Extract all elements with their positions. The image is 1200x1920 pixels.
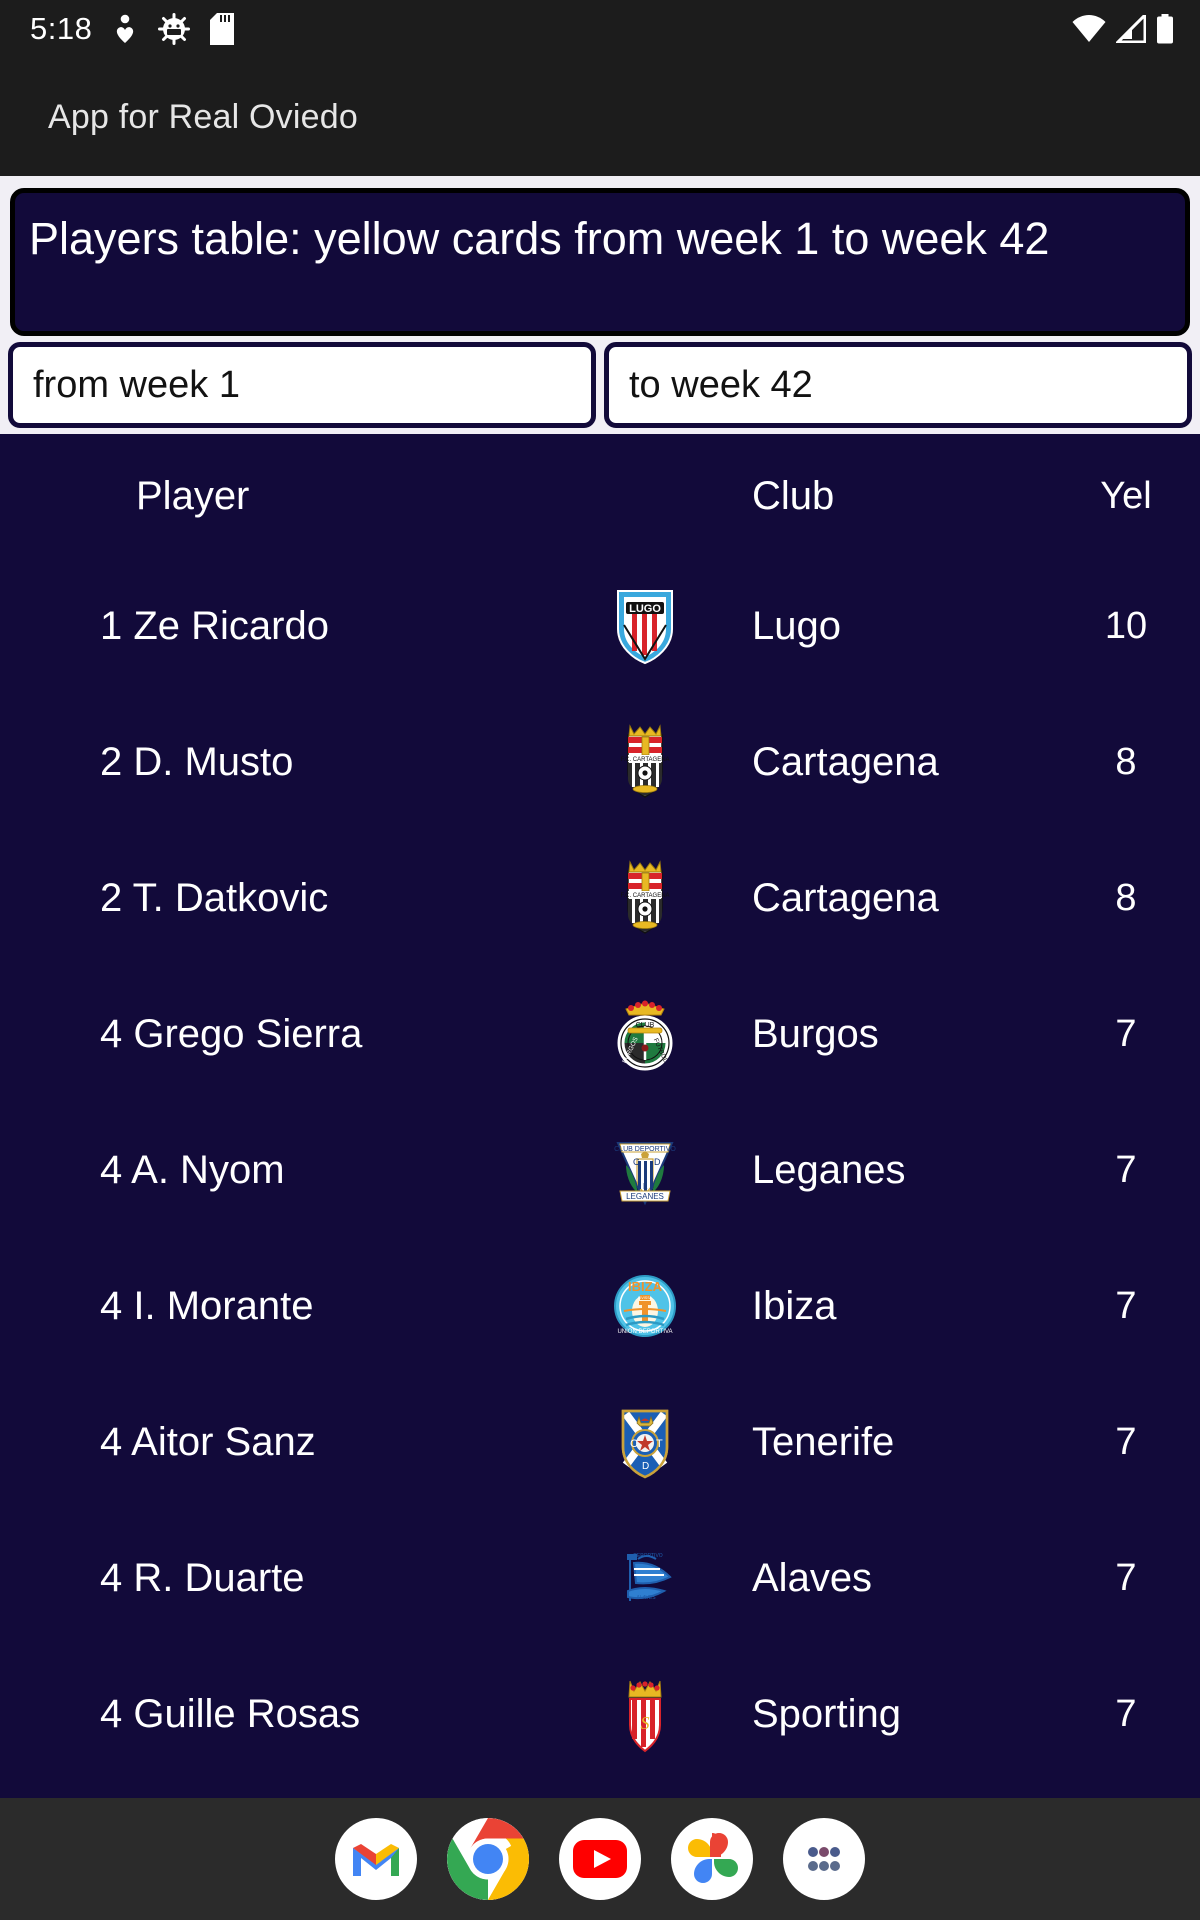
banner-container: Players table: yellow cards from week 1 … [0, 180, 1200, 342]
row-club-name: Cartagena [752, 875, 939, 920]
row-player-name: 2 D. Musto [100, 739, 294, 784]
app-drawer-icon[interactable] [783, 1818, 865, 1900]
row-yellow-cards: 8 [1115, 876, 1137, 919]
row-yellow-cards: 8 [1115, 740, 1137, 783]
table-row[interactable]: 4 I. Morante IBIZA EIVISSA UNION DEPORTI… [0, 1238, 1200, 1374]
android-dock [0, 1798, 1200, 1920]
svg-text:C: C [633, 1157, 640, 1167]
svg-text:IBIZA: IBIZA [628, 1279, 663, 1294]
row-club-name: Leganes [752, 1147, 906, 1192]
status-bar-right [1072, 14, 1174, 44]
app-title: App for Real Oviedo [48, 97, 358, 136]
android-debug-icon [158, 13, 191, 45]
svg-text:DEPORTIVO: DEPORTIVO [633, 1553, 662, 1559]
row-yellow-cards: 10 [1104, 604, 1148, 647]
row-yellow-cards: 7 [1115, 1556, 1137, 1599]
row-yellow-cards: 7 [1115, 1420, 1137, 1463]
status-bar-clock: 5:18 [30, 11, 93, 46]
svg-text:LUGO: LUGO [629, 603, 661, 615]
row-club-name: Burgos [752, 1011, 879, 1056]
column-header-player: Player [136, 473, 250, 518]
table-row[interactable]: 1 Ze Ricardo LUGO Lugo 10 [0, 558, 1200, 694]
svg-text:D: D [654, 1157, 661, 1167]
svg-text:CLUB: CLUB [636, 1022, 655, 1029]
burgos-crest: CLUB BURGOS FUTBOL [590, 995, 700, 1073]
players-table[interactable]: Player Club Yel 1 Ze Ricardo LUGO Lugo 1… [0, 434, 1200, 1798]
row-club-name: Alaves [752, 1555, 873, 1600]
row-player-name: 2 T. Datkovic [100, 875, 329, 920]
phone-screen: 5:18 App for Real Oviedo Players table: … [0, 0, 1200, 1920]
row-player-name: 4 Grego Sierra [100, 1011, 363, 1056]
table-row[interactable]: 2 D. Musto F.C. CARTAGENA Cartagena 8 [0, 694, 1200, 830]
row-yellow-cards: 7 [1115, 1284, 1137, 1327]
row-club-name: Sporting [752, 1691, 901, 1736]
svg-text:LEGANES: LEGANES [626, 1192, 664, 1201]
app-bar: App for Real Oviedo [0, 58, 1200, 176]
svg-text:EIVISSA: EIVISSA [638, 1296, 653, 1300]
week-filter-row: from week 1 to week 42 [0, 342, 1200, 434]
svg-text:ALAVES: ALAVES [636, 1595, 656, 1601]
status-bar-left: 5:18 [30, 11, 235, 47]
row-player-name: 4 Guille Rosas [100, 1691, 361, 1736]
column-header-yellow: Yel [1100, 474, 1152, 517]
person-heart-icon [112, 14, 138, 44]
alaves-crest: DEPORTIVO ALAVES [590, 1539, 700, 1617]
cartagena-crest: F.C. CARTAGENA [590, 859, 700, 937]
svg-text:F.C. CARTAGENA: F.C. CARTAGENA [620, 757, 669, 763]
svg-text:F.C. CARTAGENA: F.C. CARTAGENA [620, 893, 669, 899]
svg-text:C: C [630, 1438, 638, 1450]
table-row[interactable]: 4 A. Nyom CLUB DEPORTIVO C D L LEGANES L… [0, 1102, 1200, 1238]
wifi-icon [1072, 15, 1106, 43]
svg-text:L: L [643, 1182, 648, 1191]
chrome-icon[interactable] [447, 1818, 529, 1900]
sd-card-icon [210, 13, 235, 45]
google-photos-icon[interactable] [671, 1818, 753, 1900]
leganes-crest: CLUB DEPORTIVO C D L LEGANES [590, 1131, 700, 1209]
row-yellow-cards: 7 [1115, 1692, 1137, 1735]
from-week-input[interactable]: from week 1 [8, 342, 596, 428]
row-player-name: 4 I. Morante [100, 1283, 314, 1328]
battery-icon [1156, 14, 1174, 44]
svg-text:S: S [641, 1713, 650, 1733]
row-player-name: 4 A. Nyom [100, 1147, 285, 1192]
row-club-name: Ibiza [752, 1283, 837, 1328]
ibiza-crest: IBIZA EIVISSA UNION DEPORTIVA [590, 1267, 700, 1345]
youtube-icon[interactable] [559, 1818, 641, 1900]
column-header-club: Club [752, 473, 835, 518]
row-club-name: Lugo [752, 603, 841, 648]
status-bar: 5:18 [0, 0, 1200, 58]
row-player-name: 4 R. Duarte [100, 1555, 305, 1600]
gmail-icon[interactable] [335, 1818, 417, 1900]
row-yellow-cards: 7 [1115, 1148, 1137, 1191]
row-player-name: 1 Ze Ricardo [100, 603, 329, 648]
table-row[interactable]: 2 T. Datkovic F.C. CARTAGENA Cartagena 8 [0, 830, 1200, 966]
row-club-name: Tenerife [752, 1419, 895, 1464]
row-player-name: 4 Aitor Sanz [100, 1419, 316, 1464]
table-row[interactable]: 4 Aitor Sanz C T D Tenerife 7 [0, 1374, 1200, 1510]
table-title-banner: Players table: yellow cards from week 1 … [10, 188, 1190, 336]
cartagena-crest: F.C. CARTAGENA [590, 723, 700, 801]
table-row[interactable]: 4 Grego Sierra CLUB BURGOS FUTBOL Burgos… [0, 966, 1200, 1102]
svg-text:T: T [656, 1438, 663, 1450]
row-club-name: Cartagena [752, 739, 939, 784]
table-row[interactable]: 4 R. Duarte DEPORTIVO ALAVES Alaves 7 [0, 1510, 1200, 1646]
table-header-row: Player Club Yel [0, 434, 1200, 558]
table-row[interactable]: 4 Guille Rosas S Sporting 7 [0, 1646, 1200, 1782]
row-yellow-cards: 7 [1115, 1012, 1137, 1055]
svg-text:D: D [642, 1461, 649, 1472]
tenerife-crest: C T D [590, 1403, 700, 1481]
lugo-crest: LUGO [590, 587, 700, 665]
sporting-crest: S [590, 1675, 700, 1753]
to-week-input[interactable]: to week 42 [604, 342, 1192, 428]
svg-text:UNION DEPORTIVA: UNION DEPORTIVA [617, 1329, 672, 1335]
cellular-signal-icon [1116, 15, 1146, 43]
